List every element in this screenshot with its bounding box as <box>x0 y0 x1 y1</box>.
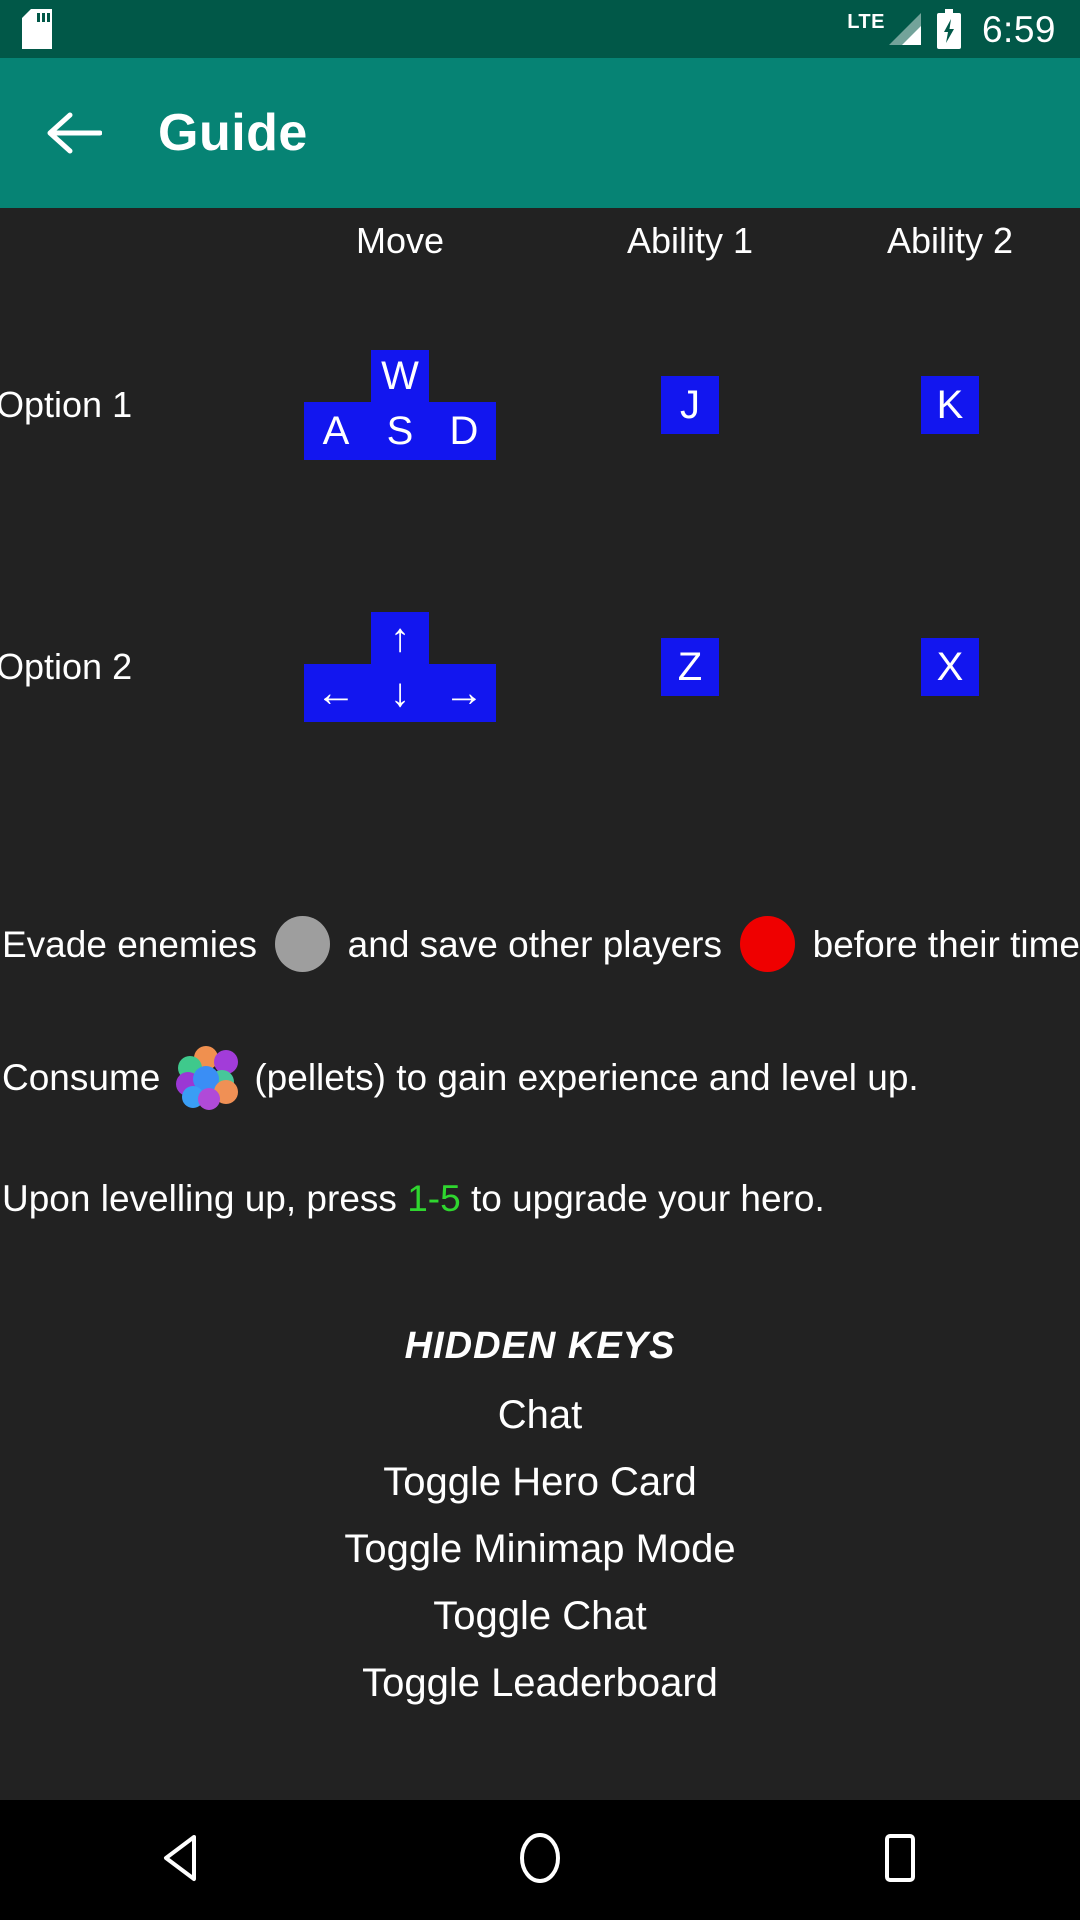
instruction-line-consume: Consume (pellets) to gain experience and… <box>0 1046 1080 1110</box>
ability1-key-cell: J <box>560 376 820 434</box>
evade-text-part1: Evade enemies <box>2 923 258 965</box>
status-bar-right: LTE 6:59 <box>847 9 1080 49</box>
key-x[interactable]: X <box>921 638 979 696</box>
hidden-key-item: Toggle Hero Card <box>383 1460 697 1504</box>
arrow-top-row: ↑ <box>304 612 496 664</box>
enemy-dot-icon <box>275 916 330 972</box>
key-arrow-right[interactable]: → <box>432 664 496 722</box>
header-label-ability2: Ability 2 <box>886 220 1014 261</box>
hidden-keys-section: HIDDEN KEYS Chat Toggle Hero Card Toggle… <box>0 1325 1080 1706</box>
header-label-ability1: Ability 1 <box>626 220 754 261</box>
nav-back-triangle-icon <box>158 1833 202 1888</box>
arrow-left-icon <box>46 111 102 155</box>
signal-bars-icon <box>888 12 922 46</box>
hidden-keys-title: HIDDEN KEYS <box>404 1325 676 1367</box>
instruction-line-levelup: Upon levelling up, press 1-5 to upgrade … <box>0 1180 1080 1217</box>
row-label-cell: Option 2 <box>0 646 240 688</box>
network-type-label: LTE <box>847 11 885 33</box>
key-a[interactable]: A <box>304 402 368 460</box>
sdcard-icon <box>22 9 52 49</box>
ability2-key-cell: X <box>820 638 1080 696</box>
nav-recents-button[interactable] <box>840 1800 960 1920</box>
network-indicator: LTE <box>847 12 922 46</box>
wasd-bottom-row: A S D <box>304 402 496 460</box>
table-header-row: Move Ability 1 Ability 2 <box>0 208 1080 274</box>
evade-text-part2: and save other players <box>347 923 723 965</box>
arrow-key-cluster: ↑ ← ↓ → <box>304 612 496 722</box>
wasd-top-row: W <box>304 350 496 402</box>
battery-charging-icon <box>936 9 962 49</box>
move-keys-cell: ↑ ← ↓ → <box>240 612 560 722</box>
android-navigation-bar <box>0 1800 1080 1920</box>
hidden-key-item: Toggle Leaderboard <box>362 1661 718 1705</box>
pellets-icon <box>176 1046 239 1110</box>
header-label-move: Move <box>355 220 445 261</box>
app-bar: Guide <box>0 58 1080 208</box>
consume-text-part2: (pellets) to gain experience and level u… <box>254 1056 919 1098</box>
page-title: Guide <box>158 104 308 162</box>
key-d[interactable]: D <box>432 402 496 460</box>
levelup-text-part1: Upon levelling up, press <box>2 1178 397 1219</box>
move-keys-cell: W A S D <box>240 350 560 460</box>
header-cell-move: Move <box>240 220 560 262</box>
option-label: Option 1 <box>0 384 133 425</box>
levelup-text-part2: to upgrade your hero. <box>470 1178 825 1219</box>
key-arrow-up[interactable]: ↑ <box>371 612 429 664</box>
consume-text-part1: Consume <box>2 1056 161 1098</box>
guide-screen: LTE 6:59 Guide Move Ability 1 Ability 2 … <box>0 0 1080 1920</box>
row-label-cell: Option 1 <box>0 384 240 426</box>
header-cell-ability1: Ability 1 <box>560 220 820 262</box>
guide-content: Move Ability 1 Ability 2 Option 1 W A S … <box>0 208 1080 1800</box>
evade-text-part3: before their time <box>812 923 1080 965</box>
wasd-key-cluster: W A S D <box>304 350 496 460</box>
nav-back-button[interactable] <box>120 1800 240 1920</box>
key-arrow-left[interactable]: ← <box>304 664 368 722</box>
status-bar-left <box>0 9 847 49</box>
key-z[interactable]: Z <box>661 638 719 696</box>
key-j[interactable]: J <box>661 376 719 434</box>
status-bar-clock: 6:59 <box>981 8 1056 50</box>
hidden-key-item: Chat <box>497 1393 583 1437</box>
nav-home-button[interactable] <box>480 1800 600 1920</box>
option-label: Option 2 <box>0 646 133 687</box>
key-k[interactable]: K <box>921 376 979 434</box>
arrow-bottom-row: ← ↓ → <box>304 664 496 722</box>
hidden-key-item: Toggle Minimap Mode <box>344 1527 736 1571</box>
player-dot-icon <box>740 916 795 972</box>
hidden-key-item: Toggle Chat <box>433 1594 647 1638</box>
table-row: Option 1 W A S D J K <box>0 274 1080 536</box>
table-row: Option 2 ↑ ← ↓ → Z X <box>0 536 1080 798</box>
key-arrow-down[interactable]: ↓ <box>368 664 432 722</box>
nav-recents-square-icon <box>877 1831 923 1890</box>
header-cell-ability2: Ability 2 <box>820 220 1080 262</box>
nav-home-circle-icon <box>515 1831 565 1890</box>
back-button[interactable] <box>44 103 104 163</box>
upgrade-keys-label: 1-5 <box>407 1178 461 1219</box>
status-bar: LTE 6:59 <box>0 0 1080 58</box>
key-w[interactable]: W <box>371 350 429 402</box>
controls-table: Move Ability 1 Ability 2 Option 1 W A S … <box>0 208 1080 798</box>
ability1-key-cell: Z <box>560 638 820 696</box>
instruction-line-evade: Evade enemies and save other players bef… <box>0 916 1080 972</box>
key-s[interactable]: S <box>368 402 432 460</box>
ability2-key-cell: K <box>820 376 1080 434</box>
